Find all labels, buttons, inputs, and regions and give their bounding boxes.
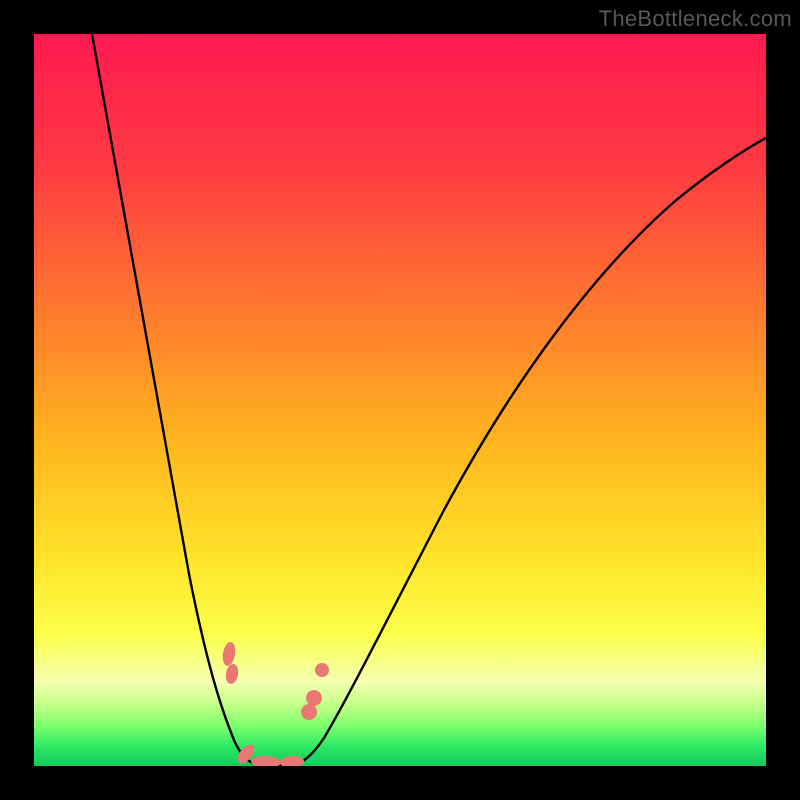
plot-area <box>34 34 766 766</box>
watermark-text: TheBottleneck.com <box>599 6 792 32</box>
frame-border-right <box>766 0 800 800</box>
data-mark-3 <box>306 690 322 706</box>
plot-svg <box>34 34 766 766</box>
data-mark-4 <box>301 704 317 720</box>
frame-border-bottom <box>0 766 800 800</box>
frame-border-left <box>0 0 34 800</box>
gradient-background <box>34 34 766 766</box>
data-mark-2 <box>315 663 329 677</box>
chart-stage: TheBottleneck.com <box>0 0 800 800</box>
